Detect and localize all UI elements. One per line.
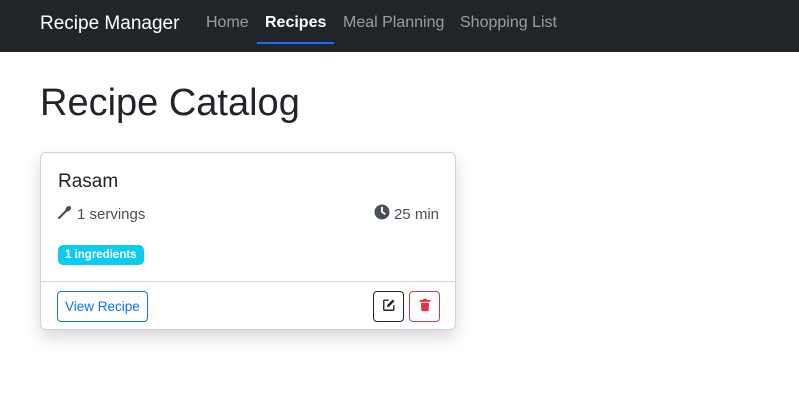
ingredients-badge: 1 ingredients xyxy=(58,245,144,265)
servings-text: 1 servings xyxy=(77,205,146,223)
spoon-icon xyxy=(57,204,77,224)
card-footer: View Recipe xyxy=(41,281,455,329)
active-nav-indicator xyxy=(257,42,334,44)
time-info: 25 min xyxy=(374,204,439,224)
recipe-title: Rasam xyxy=(58,171,119,192)
edit-recipe-button[interactable] xyxy=(373,291,404,322)
trash-icon xyxy=(418,298,432,315)
delete-recipe-button[interactable] xyxy=(409,291,440,322)
page-title: Recipe Catalog xyxy=(40,82,300,124)
brand-link[interactable]: Recipe Manager xyxy=(40,12,179,36)
view-recipe-button[interactable]: View Recipe xyxy=(57,291,148,322)
recipe-card: Rasam 1 servings 25 min 1 ingredients Vi… xyxy=(40,152,456,330)
time-text: 25 min xyxy=(393,205,439,223)
nav-item-recipes[interactable]: Recipes xyxy=(265,13,326,33)
servings-info: 1 servings xyxy=(57,204,145,224)
clock-icon xyxy=(374,204,394,224)
navbar: Recipe Manager Home Recipes Meal Plannin… xyxy=(0,0,799,52)
nav-item-home[interactable]: Home xyxy=(206,13,249,33)
edit-icon xyxy=(382,298,396,315)
nav-item-meal-planning[interactable]: Meal Planning xyxy=(343,13,444,33)
nav-item-shopping-list[interactable]: Shopping List xyxy=(460,13,557,33)
